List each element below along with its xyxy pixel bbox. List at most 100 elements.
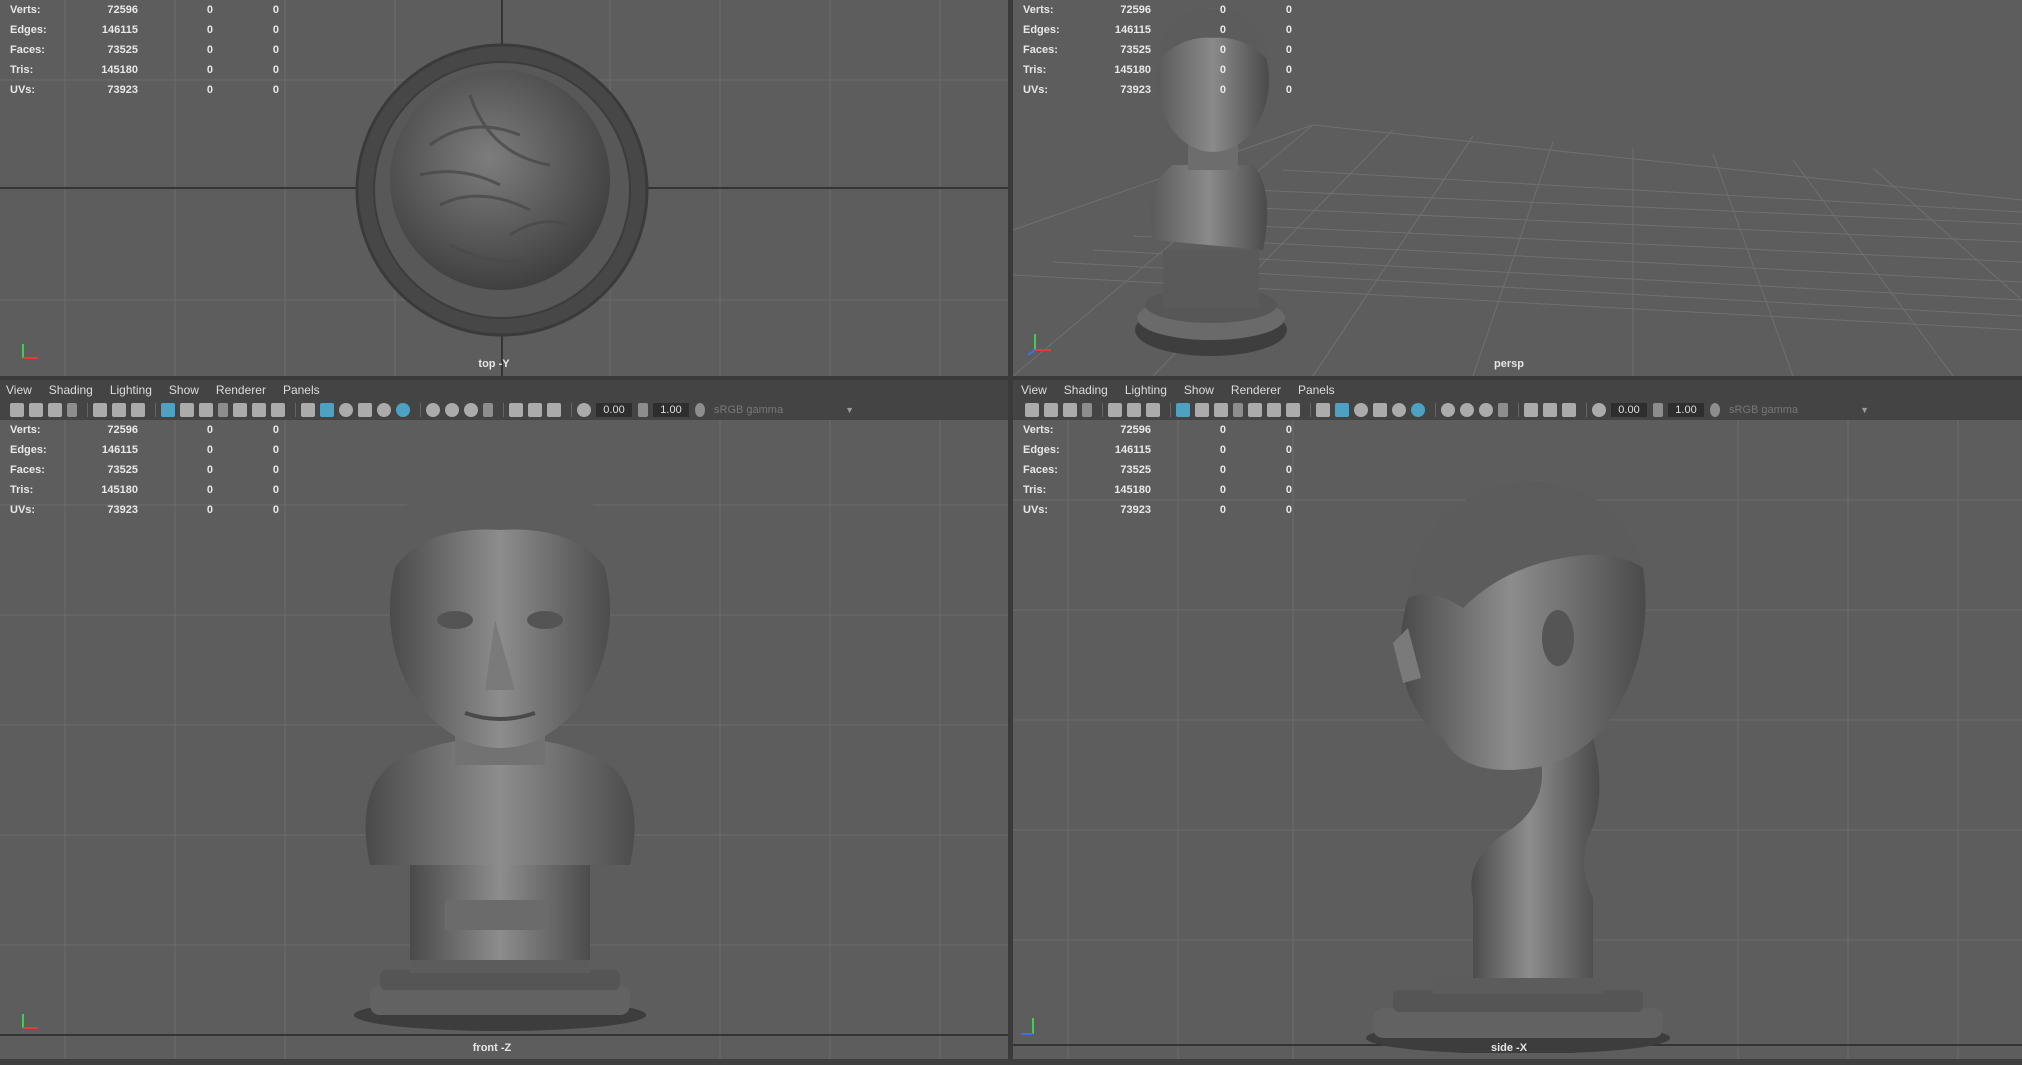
hud-label: Faces: xyxy=(10,464,45,476)
camera-icon[interactable] xyxy=(1025,403,1039,417)
film-gate-icon[interactable] xyxy=(1195,403,1209,417)
gate-mask-icon[interactable] xyxy=(1233,403,1243,417)
move-tool-icon[interactable] xyxy=(1108,403,1122,417)
wireframe-icon[interactable] xyxy=(1316,403,1330,417)
menu-show[interactable]: Show xyxy=(169,383,199,397)
xray-joints-icon[interactable] xyxy=(1479,403,1493,417)
hud-label: Faces: xyxy=(1023,44,1058,56)
hud-row: Edges: 146115 0 0 xyxy=(10,440,279,460)
wireframe-icon[interactable] xyxy=(301,403,315,417)
scale-tool-icon[interactable] xyxy=(131,403,145,417)
xray-components-icon[interactable] xyxy=(1498,403,1508,417)
shadows-icon[interactable] xyxy=(1392,403,1406,417)
grid-icon[interactable] xyxy=(1176,403,1190,417)
camera-attributes-icon[interactable] xyxy=(1044,403,1058,417)
resolution-icon[interactable] xyxy=(509,403,523,417)
safe-action-icon[interactable] xyxy=(252,403,266,417)
gamma-icon[interactable] xyxy=(638,403,648,417)
image-plane-icon[interactable] xyxy=(1082,403,1092,417)
isolate-select-icon[interactable] xyxy=(1441,403,1455,417)
menu-renderer[interactable]: Renderer xyxy=(216,383,266,397)
hud-v3: 0 xyxy=(1285,44,1292,56)
grid-icon[interactable] xyxy=(161,403,175,417)
field-chart-icon[interactable] xyxy=(233,403,247,417)
multisample-icon[interactable] xyxy=(1543,403,1557,417)
menu-show[interactable]: Show xyxy=(1184,383,1214,397)
color-space-dropdown[interactable]: sRGB gamma ▼ xyxy=(714,403,854,417)
color-management-icon[interactable] xyxy=(1710,403,1720,417)
hud-v2: 0 xyxy=(206,484,213,496)
film-gate-icon[interactable] xyxy=(180,403,194,417)
menu-lighting[interactable]: Lighting xyxy=(1125,383,1167,397)
menu-panels[interactable]: Panels xyxy=(1298,383,1335,397)
ambient-occlusion-icon[interactable] xyxy=(1411,403,1425,417)
camera-icon[interactable] xyxy=(10,403,24,417)
safe-title-icon[interactable] xyxy=(271,403,285,417)
exposure-field[interactable]: 0.00 xyxy=(596,403,632,417)
color-management-icon[interactable] xyxy=(695,403,705,417)
menu-shading[interactable]: Shading xyxy=(49,383,93,397)
resolution-icon[interactable] xyxy=(1524,403,1538,417)
safe-action-icon[interactable] xyxy=(1267,403,1281,417)
smooth-shade-icon[interactable] xyxy=(320,403,334,417)
viewport-persp[interactable]: Verts: 72596 0 0 Edges: 146115 0 0 Faces: 73525 0 0… xyxy=(1013,0,2022,376)
hud-v1: 145180 xyxy=(1114,484,1151,496)
menu-lighting[interactable]: Lighting xyxy=(110,383,152,397)
lights-icon[interactable] xyxy=(1373,403,1387,417)
menu-view[interactable]: View xyxy=(6,383,32,397)
pane-divider-vertical[interactable] xyxy=(1008,0,1013,1065)
menu-panels[interactable]: Panels xyxy=(283,383,320,397)
hud-v2: 0 xyxy=(1219,464,1226,476)
viewport-top[interactable]: Verts: 72596 0 0 Edges: 146115 0 0 Faces: 73525 0 0… xyxy=(0,0,1008,376)
hud-label: Tris: xyxy=(10,64,34,76)
bookmark-icon[interactable] xyxy=(48,403,62,417)
camera-attributes-icon[interactable] xyxy=(29,403,43,417)
resolution-gate-icon[interactable] xyxy=(199,403,213,417)
menu-renderer[interactable]: Renderer xyxy=(1231,383,1281,397)
hud-label: Faces: xyxy=(10,44,45,56)
xray-icon[interactable] xyxy=(1460,403,1474,417)
move-tool-icon[interactable] xyxy=(93,403,107,417)
xray-components-icon[interactable] xyxy=(483,403,493,417)
hud-v3: 0 xyxy=(1285,504,1292,516)
bookmark-icon[interactable] xyxy=(1063,403,1077,417)
shadows-icon[interactable] xyxy=(377,403,391,417)
ambient-occlusion-icon[interactable] xyxy=(396,403,410,417)
gamma-field[interactable]: 1.00 xyxy=(653,403,689,417)
gate-mask-icon[interactable] xyxy=(218,403,228,417)
hud-v3: 0 xyxy=(272,24,279,36)
color-space-dropdown[interactable]: sRGB gamma ▼ xyxy=(1729,403,1869,417)
exposure-field[interactable]: 0.00 xyxy=(1611,403,1647,417)
hud-v1: 145180 xyxy=(101,64,138,76)
textured-icon[interactable] xyxy=(339,403,353,417)
exposure-icon[interactable] xyxy=(1592,403,1606,417)
isolate-select-icon[interactable] xyxy=(426,403,440,417)
gamma-field[interactable]: 1.00 xyxy=(1668,403,1704,417)
camera-label: front -Z xyxy=(472,1042,512,1054)
image-plane-icon[interactable] xyxy=(67,403,77,417)
pane-divider-horizontal[interactable] xyxy=(0,376,2022,380)
hud-v1: 73525 xyxy=(1120,44,1151,56)
scale-tool-icon[interactable] xyxy=(1146,403,1160,417)
viewport-front[interactable]: Verts: 72596 0 0 Edges: 146115 0 0 Faces: 73525 0 0… xyxy=(0,420,1008,1059)
hud-v2: 0 xyxy=(206,504,213,516)
safe-title-icon[interactable] xyxy=(1286,403,1300,417)
hud-v2: 0 xyxy=(206,64,213,76)
depth-of-field-icon[interactable] xyxy=(1562,403,1576,417)
lights-icon[interactable] xyxy=(358,403,372,417)
viewport-side[interactable]: Verts: 72596 0 0 Edges: 146115 0 0 Faces: 73525 0 0… xyxy=(1013,420,2022,1059)
menu-view[interactable]: View xyxy=(1021,383,1047,397)
depth-of-field-icon[interactable] xyxy=(547,403,561,417)
multisample-icon[interactable] xyxy=(528,403,542,417)
textured-icon[interactable] xyxy=(1354,403,1368,417)
rotate-tool-icon[interactable] xyxy=(112,403,126,417)
rotate-tool-icon[interactable] xyxy=(1127,403,1141,417)
menu-shading[interactable]: Shading xyxy=(1064,383,1108,397)
gamma-icon[interactable] xyxy=(1653,403,1663,417)
field-chart-icon[interactable] xyxy=(1248,403,1262,417)
exposure-icon[interactable] xyxy=(577,403,591,417)
xray-joints-icon[interactable] xyxy=(464,403,478,417)
smooth-shade-icon[interactable] xyxy=(1335,403,1349,417)
xray-icon[interactable] xyxy=(445,403,459,417)
resolution-gate-icon[interactable] xyxy=(1214,403,1228,417)
